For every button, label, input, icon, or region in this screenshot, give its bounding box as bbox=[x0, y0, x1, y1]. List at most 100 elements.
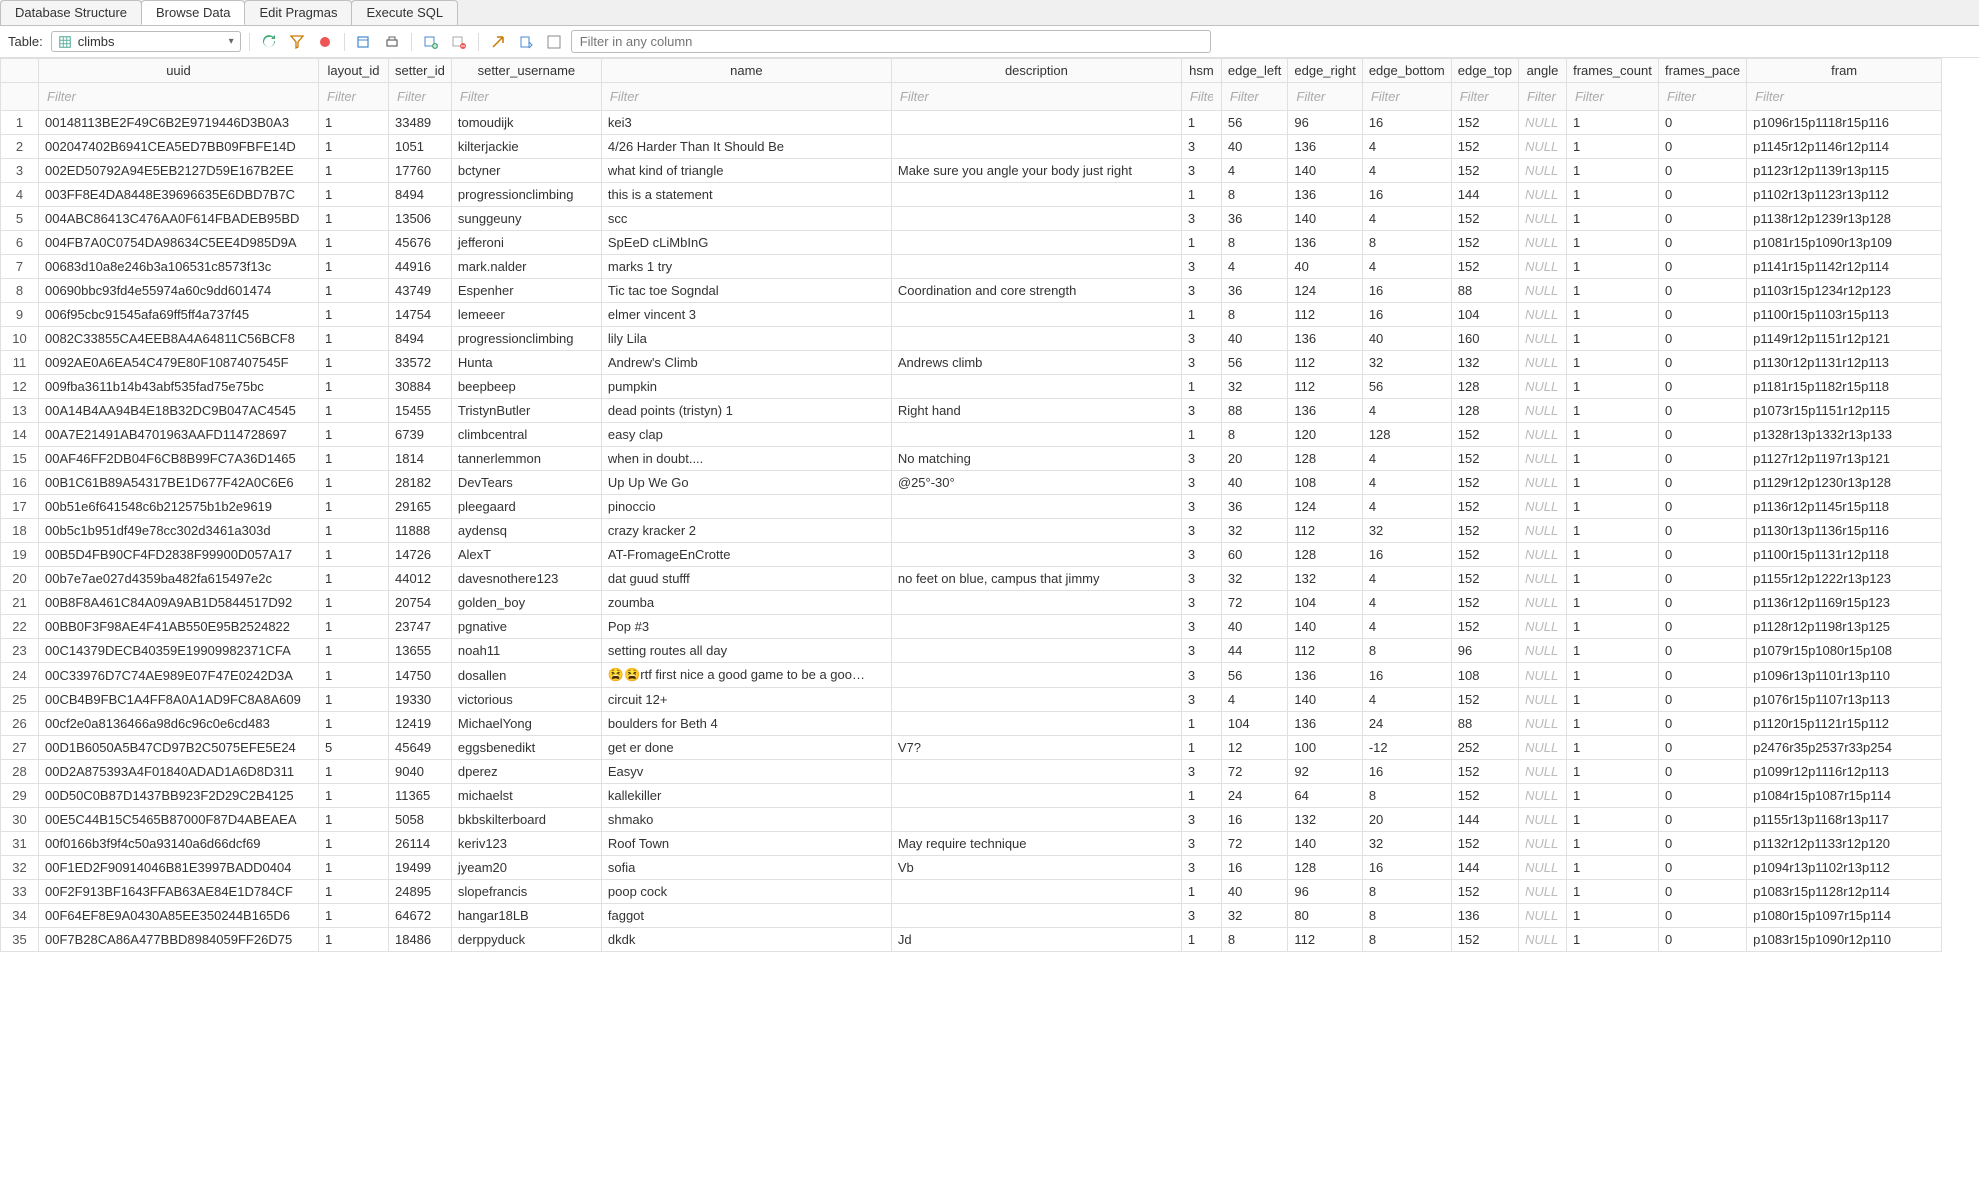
cell-hsm[interactable]: 3 bbox=[1181, 255, 1221, 279]
cell-angle[interactable]: NULL bbox=[1518, 423, 1566, 447]
cell-edge_bottom[interactable]: 4 bbox=[1362, 207, 1451, 231]
cell-frames_pace[interactable]: 0 bbox=[1658, 399, 1746, 423]
cell-hsm[interactable]: 1 bbox=[1181, 375, 1221, 399]
cell-edge_top[interactable]: 152 bbox=[1451, 832, 1518, 856]
cell-name[interactable]: get er done bbox=[601, 736, 891, 760]
cell-setter_username[interactable]: keriv123 bbox=[451, 832, 601, 856]
cell-fram[interactable]: p1138r12p1239r13p128 bbox=[1747, 207, 1942, 231]
cell-fram[interactable]: p1081r15p1090r13p109 bbox=[1747, 231, 1942, 255]
filter-any-input[interactable] bbox=[571, 30, 1211, 53]
row-number[interactable]: 8 bbox=[1, 279, 39, 303]
table-row[interactable]: 4003FF8E4DA8448E39696635E6DBD7B7C18494pr… bbox=[1, 183, 1942, 207]
cell-frames_pace[interactable]: 0 bbox=[1658, 135, 1746, 159]
cell-edge_top[interactable]: 104 bbox=[1451, 303, 1518, 327]
cell-edge_left[interactable]: 8 bbox=[1221, 928, 1288, 952]
cell-uuid[interactable]: 00690bbc93fd4e55974a60c9dd601474 bbox=[39, 279, 319, 303]
cell-frames_pace[interactable]: 0 bbox=[1658, 567, 1746, 591]
row-number[interactable]: 30 bbox=[1, 808, 39, 832]
cell-name[interactable]: Easyv bbox=[601, 760, 891, 784]
cell-edge_bottom[interactable]: 32 bbox=[1362, 351, 1451, 375]
cell-setter_id[interactable]: 14750 bbox=[389, 663, 452, 688]
cell-hsm[interactable]: 3 bbox=[1181, 447, 1221, 471]
cell-edge_bottom[interactable]: 24 bbox=[1362, 712, 1451, 736]
row-number[interactable]: 14 bbox=[1, 423, 39, 447]
cell-setter_username[interactable]: michaelst bbox=[451, 784, 601, 808]
cell-frames_pace[interactable]: 0 bbox=[1658, 471, 1746, 495]
filter-setter-id[interactable] bbox=[395, 87, 445, 106]
cell-edge_bottom[interactable]: 40 bbox=[1362, 327, 1451, 351]
cell-frames_count[interactable]: 1 bbox=[1566, 231, 1658, 255]
cell-uuid[interactable]: 00B5D4FB90CF4FD2838F99900D057A17 bbox=[39, 543, 319, 567]
cell-edge_left[interactable]: 4 bbox=[1221, 255, 1288, 279]
cell-setter_username[interactable]: bctyner bbox=[451, 159, 601, 183]
cell-setter_username[interactable]: golden_boy bbox=[451, 591, 601, 615]
cell-name[interactable]: kallekiller bbox=[601, 784, 891, 808]
cell-hsm[interactable]: 3 bbox=[1181, 591, 1221, 615]
cell-edge_left[interactable]: 40 bbox=[1221, 327, 1288, 351]
cell-edge_right[interactable]: 112 bbox=[1288, 375, 1362, 399]
cell-frames_count[interactable]: 1 bbox=[1566, 447, 1658, 471]
cell-edge_right[interactable]: 112 bbox=[1288, 303, 1362, 327]
cell-fram[interactable]: p1129r12p1230r13p128 bbox=[1747, 471, 1942, 495]
cell-frames_count[interactable]: 1 bbox=[1566, 303, 1658, 327]
cell-name[interactable]: scc bbox=[601, 207, 891, 231]
cell-description[interactable] bbox=[891, 183, 1181, 207]
cell-edge_left[interactable]: 24 bbox=[1221, 784, 1288, 808]
cell-frames_pace[interactable]: 0 bbox=[1658, 615, 1746, 639]
row-number[interactable]: 13 bbox=[1, 399, 39, 423]
cell-hsm[interactable]: 1 bbox=[1181, 712, 1221, 736]
table-row[interactable]: 2400C33976D7C74AE989E07F47E0242D3A114750… bbox=[1, 663, 1942, 688]
cell-fram[interactable]: p1076r15p1107r13p113 bbox=[1747, 688, 1942, 712]
cell-description[interactable] bbox=[891, 615, 1181, 639]
cell-description[interactable] bbox=[891, 712, 1181, 736]
cell-setter_username[interactable]: jefferoni bbox=[451, 231, 601, 255]
cell-frames_count[interactable]: 1 bbox=[1566, 327, 1658, 351]
refresh-icon[interactable] bbox=[258, 31, 280, 53]
cell-name[interactable]: when in doubt.... bbox=[601, 447, 891, 471]
cell-layout_id[interactable]: 1 bbox=[319, 856, 389, 880]
print-icon[interactable] bbox=[381, 31, 403, 53]
cell-fram[interactable]: p1100r15p1131r12p118 bbox=[1747, 543, 1942, 567]
cell-description[interactable] bbox=[891, 543, 1181, 567]
row-number[interactable]: 12 bbox=[1, 375, 39, 399]
cell-edge_left[interactable]: 104 bbox=[1221, 712, 1288, 736]
tab-database-structure[interactable]: Database Structure bbox=[0, 0, 142, 25]
cell-uuid[interactable]: 00AF46FF2DB04F6CB8B99FC7A36D1465 bbox=[39, 447, 319, 471]
cell-uuid[interactable]: 00F64EF8E9A0430A85EE350244B165D6 bbox=[39, 904, 319, 928]
cell-uuid[interactable]: 00148113BE2F49C6B2E9719446D3B0A3 bbox=[39, 111, 319, 135]
cell-edge_right[interactable]: 124 bbox=[1288, 495, 1362, 519]
cell-name[interactable]: SpEeD cLiMbInG bbox=[601, 231, 891, 255]
table-row[interactable]: 3100f0166b3f9f4c50a93140a6d66dcf69126114… bbox=[1, 832, 1942, 856]
cell-fram[interactable]: p1141r15p1142r12p114 bbox=[1747, 255, 1942, 279]
cell-angle[interactable]: NULL bbox=[1518, 327, 1566, 351]
col-edge-bottom[interactable]: edge_bottom bbox=[1362, 59, 1451, 83]
cell-uuid[interactable]: 002047402B6941CEA5ED7BB09FBFE14D bbox=[39, 135, 319, 159]
cell-frames_count[interactable]: 1 bbox=[1566, 880, 1658, 904]
cell-edge_bottom[interactable]: 8 bbox=[1362, 928, 1451, 952]
cell-hsm[interactable]: 1 bbox=[1181, 784, 1221, 808]
table-row[interactable]: 3000E5C44B15C5465B87000F87D4ABEAEA15058b… bbox=[1, 808, 1942, 832]
cell-setter_id[interactable]: 12419 bbox=[389, 712, 452, 736]
cell-setter_id[interactable]: 24895 bbox=[389, 880, 452, 904]
cell-description[interactable]: Andrews climb bbox=[891, 351, 1181, 375]
cell-setter_id[interactable]: 8494 bbox=[389, 327, 452, 351]
cell-edge_left[interactable]: 32 bbox=[1221, 567, 1288, 591]
cell-frames_pace[interactable]: 0 bbox=[1658, 712, 1746, 736]
cell-hsm[interactable]: 3 bbox=[1181, 639, 1221, 663]
table-row[interactable]: 100082C33855CA4EEB8A4A64811C56BCF818494p… bbox=[1, 327, 1942, 351]
cell-frames_count[interactable]: 1 bbox=[1566, 688, 1658, 712]
cell-hsm[interactable]: 1 bbox=[1181, 231, 1221, 255]
cell-edge_bottom[interactable]: 4 bbox=[1362, 159, 1451, 183]
cell-description[interactable] bbox=[891, 904, 1181, 928]
cell-hsm[interactable]: 3 bbox=[1181, 688, 1221, 712]
cell-description[interactable]: no feet on blue, campus that jimmy bbox=[891, 567, 1181, 591]
cell-edge_right[interactable]: 136 bbox=[1288, 183, 1362, 207]
cell-layout_id[interactable]: 1 bbox=[319, 904, 389, 928]
cell-name[interactable]: Andrew's Climb bbox=[601, 351, 891, 375]
cell-frames_count[interactable]: 1 bbox=[1566, 183, 1658, 207]
cell-description[interactable]: Vb bbox=[891, 856, 1181, 880]
cell-setter_username[interactable]: tannerlemmon bbox=[451, 447, 601, 471]
cell-frames_count[interactable]: 1 bbox=[1566, 279, 1658, 303]
cell-hsm[interactable]: 3 bbox=[1181, 327, 1221, 351]
cell-frames_count[interactable]: 1 bbox=[1566, 255, 1658, 279]
